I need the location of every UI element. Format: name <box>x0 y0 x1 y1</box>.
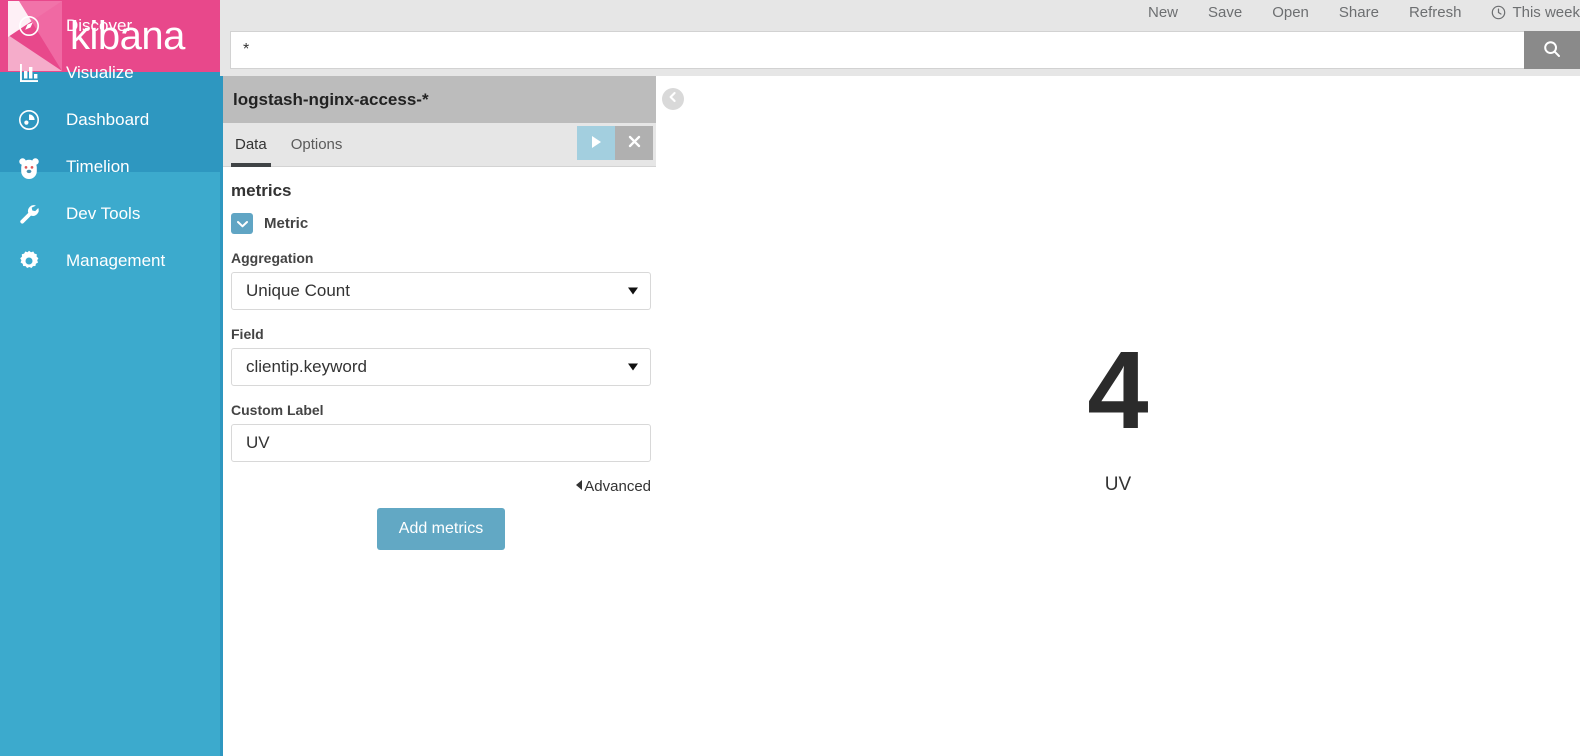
tab-data[interactable]: Data <box>223 123 279 167</box>
save-button[interactable]: Save <box>1208 4 1242 21</box>
chevron-down-icon <box>236 215 248 233</box>
advanced-label: Advanced <box>584 478 651 495</box>
metric-caption: UV <box>1104 474 1132 495</box>
metric-label: Metric <box>264 215 309 232</box>
aggregation-value: Unique Count <box>246 281 350 300</box>
wrench-icon <box>14 199 44 229</box>
time-picker-label: This week <box>1512 3 1580 21</box>
metric-aggregation-row: Metric <box>231 213 648 234</box>
sidebar-item-label: Dashboard <box>66 109 150 129</box>
sidebar-item-dashboard[interactable]: Dashboard <box>0 96 220 143</box>
metrics-section-title: metrics <box>231 181 292 200</box>
share-button[interactable]: Share <box>1339 4 1379 21</box>
chevron-down-icon <box>628 287 638 295</box>
sidebar: kibana Discover Visualize Dashboard Time… <box>0 0 220 756</box>
custom-label-input[interactable] <box>231 424 651 462</box>
field-value: clientip.keyword <box>246 357 367 376</box>
metric-visualization: 4 UV <box>656 76 1580 756</box>
top-navigation-bar: New Save Open Share Refresh This week <box>220 0 1580 24</box>
gear-icon <box>14 246 44 276</box>
time-picker[interactable]: This week <box>1491 4 1580 21</box>
bar-chart-icon <box>14 58 44 88</box>
visualization-area: 4 UV <box>656 76 1580 756</box>
sidebar-item-label: Management <box>66 250 166 270</box>
editor-action-buttons <box>577 126 653 160</box>
aggregation-group: Aggregation Unique Count <box>231 250 651 310</box>
custom-label-group: Custom Label <box>231 402 651 462</box>
search-icon <box>1542 39 1562 62</box>
advanced-toggle-link[interactable]: Advanced <box>576 478 651 495</box>
advanced-row: Advanced <box>231 478 651 496</box>
new-button[interactable]: New <box>1148 4 1178 21</box>
sidebar-item-visualize[interactable]: Visualize <box>0 49 220 96</box>
field-select[interactable]: clientip.keyword <box>231 348 651 386</box>
dashboard-icon <box>14 105 44 135</box>
bear-icon <box>14 152 44 182</box>
tab-options[interactable]: Options <box>279 123 355 167</box>
aggregation-select[interactable]: Unique Count <box>231 272 651 310</box>
apply-changes-button[interactable] <box>577 126 615 160</box>
index-pattern-header: logstash-nginx-access-* <box>223 76 656 123</box>
query-bar <box>220 24 1580 76</box>
refresh-button[interactable]: Refresh <box>1409 4 1462 21</box>
sidebar-item-label: Timelion <box>66 156 130 176</box>
sidebar-item-dev-tools[interactable]: Dev Tools <box>0 190 220 237</box>
sidebar-item-timelion[interactable]: Timelion <box>0 143 220 190</box>
clock-icon <box>1491 5 1506 20</box>
play-icon <box>590 135 603 152</box>
add-metrics-button[interactable]: Add metrics <box>376 508 506 550</box>
kibana-app: kibana Discover Visualize Dashboard Time… <box>0 0 1580 756</box>
sidebar-item-label: Discover <box>66 15 133 35</box>
aggregation-label: Aggregation <box>231 250 314 266</box>
close-icon <box>628 135 641 151</box>
chevron-left-icon <box>576 480 583 490</box>
compass-icon <box>14 11 44 41</box>
custom-label-label: Custom Label <box>231 402 324 418</box>
search-submit-button[interactable] <box>1524 31 1580 69</box>
sidebar-item-label: Visualize <box>66 62 134 82</box>
field-group: Field clientip.keyword <box>231 326 651 386</box>
metric-value: 4 <box>1087 329 1149 452</box>
editor-tabs: Data Options <box>223 123 656 167</box>
field-label: Field <box>231 326 264 342</box>
visualization-editor-panel: logstash-nginx-access-* Data Options met… <box>220 76 656 756</box>
add-metrics-row: Add metrics <box>231 508 651 550</box>
metric-collapse-toggle[interactable] <box>231 213 253 234</box>
sidebar-item-management[interactable]: Management <box>0 237 220 284</box>
chevron-down-icon <box>628 363 638 371</box>
open-button[interactable]: Open <box>1272 4 1309 21</box>
index-pattern-name: logstash-nginx-access-* <box>233 89 429 109</box>
discard-changes-button[interactable] <box>615 126 653 160</box>
editor-body: metrics Metric Aggregation Unique Count <box>223 167 656 550</box>
search-input[interactable] <box>230 31 1524 69</box>
sidebar-item-discover[interactable]: Discover <box>0 2 220 49</box>
sidebar-item-label: Dev Tools <box>66 203 141 223</box>
